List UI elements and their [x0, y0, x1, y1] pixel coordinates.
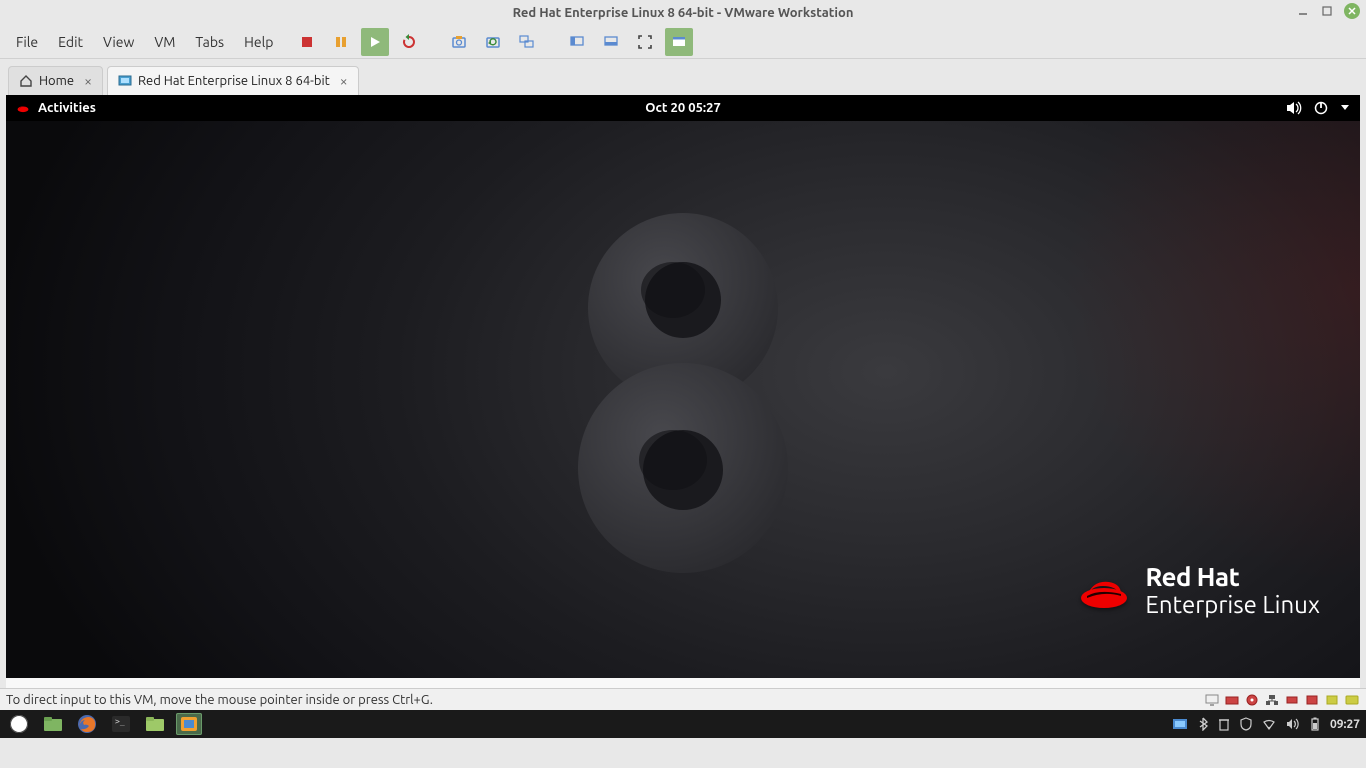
menubar: File Edit View VM Tabs Help: [0, 25, 1366, 59]
host-taskbar: >_ 09:27: [0, 710, 1366, 738]
redhat-logo-icon: [16, 103, 30, 113]
bluetooth-icon[interactable]: [1198, 717, 1208, 731]
redhat-hat-icon: [1079, 572, 1129, 610]
brand-line2: Enterprise Linux: [1145, 592, 1320, 618]
sound-icon[interactable]: [1304, 693, 1320, 707]
status-message: To direct input to this VM, move the mou…: [6, 693, 433, 707]
menu-help[interactable]: Help: [234, 30, 283, 54]
vm-icon: [118, 74, 132, 88]
battery-icon[interactable]: [1310, 717, 1320, 731]
revert-snapshot-icon[interactable]: [479, 28, 507, 56]
suspend-icon[interactable]: [327, 28, 355, 56]
cdrom-icon[interactable]: [1244, 693, 1260, 707]
guest-wallpaper: Red Hat Enterprise Linux: [6, 121, 1360, 678]
tab-vm[interactable]: Red Hat Enterprise Linux 8 64-bit ×: [107, 66, 359, 95]
trash-icon[interactable]: [1218, 717, 1230, 731]
power-off-icon[interactable]: [293, 28, 321, 56]
volume-tray-icon[interactable]: [1286, 718, 1300, 730]
restart-icon[interactable]: [395, 28, 423, 56]
printer-icon[interactable]: [1324, 693, 1340, 707]
window-title: Red Hat Enterprise Linux 8 64-bit - VMwa…: [513, 6, 854, 20]
vmware-workstation-icon[interactable]: [176, 713, 202, 735]
guest-system-tray: [1286, 101, 1350, 115]
power-icon[interactable]: [1314, 101, 1328, 115]
svg-text:>_: >_: [115, 717, 125, 726]
close-button[interactable]: [1344, 3, 1360, 19]
menu-file[interactable]: File: [6, 30, 48, 54]
vmware-statusbar: To direct input to this VM, move the mou…: [0, 688, 1366, 710]
thumbnail-icon[interactable]: [597, 28, 625, 56]
unity-icon[interactable]: [665, 28, 693, 56]
terminal-icon[interactable]: >_: [108, 713, 134, 735]
play-icon[interactable]: [361, 28, 389, 56]
minimize-button[interactable]: [1296, 4, 1310, 18]
brand-line1: Red Hat: [1145, 563, 1320, 592]
menu-view[interactable]: View: [93, 30, 144, 54]
activities-button[interactable]: Activities: [16, 101, 96, 115]
menu-edit[interactable]: Edit: [48, 30, 93, 54]
guest-bottom-strip: [6, 678, 1360, 688]
device-tray: [1204, 693, 1360, 707]
close-icon[interactable]: ×: [84, 73, 92, 89]
shield-icon[interactable]: [1240, 717, 1252, 731]
firefox-icon[interactable]: [74, 713, 100, 735]
host-window-titlebar: Red Hat Enterprise Linux 8 64-bit - VMwa…: [0, 0, 1366, 25]
vmware-tray-icon[interactable]: [1172, 717, 1188, 731]
snapshot-icon[interactable]: [445, 28, 473, 56]
guest-topbar: Activities Oct 20 05:27: [6, 95, 1360, 121]
wallpaper-eight-icon: [553, 198, 813, 578]
network-icon[interactable]: [1264, 693, 1280, 707]
tab-home-label: Home: [39, 74, 74, 88]
message-icon[interactable]: [1344, 693, 1360, 707]
fullscreen-icon[interactable]: [631, 28, 659, 56]
snapshot-manager-icon[interactable]: [513, 28, 541, 56]
tab-home[interactable]: Home ×: [8, 66, 103, 95]
menu-tabs[interactable]: Tabs: [185, 30, 234, 54]
file-manager-icon[interactable]: [40, 713, 66, 735]
usb-icon[interactable]: [1284, 693, 1300, 707]
host-clock[interactable]: 09:27: [1330, 718, 1360, 731]
close-icon[interactable]: ×: [340, 73, 348, 89]
harddisk-icon[interactable]: [1224, 693, 1240, 707]
start-menu-icon[interactable]: [6, 713, 32, 735]
maximize-button[interactable]: [1320, 4, 1334, 18]
network-tray-icon[interactable]: [1262, 718, 1276, 730]
guest-clock[interactable]: Oct 20 05:27: [645, 101, 721, 115]
tabbar: Home × Red Hat Enterprise Linux 8 64-bit…: [0, 59, 1366, 95]
tab-vm-label: Red Hat Enterprise Linux 8 64-bit: [138, 74, 330, 88]
chevron-down-icon[interactable]: [1340, 104, 1350, 112]
volume-icon[interactable]: [1286, 101, 1302, 115]
monitor-icon[interactable]: [1204, 693, 1220, 707]
menu-vm[interactable]: VM: [144, 30, 185, 54]
activities-label: Activities: [38, 101, 96, 115]
toolbar: [293, 28, 693, 56]
files-icon[interactable]: [142, 713, 168, 735]
show-console-icon[interactable]: [563, 28, 591, 56]
vm-display[interactable]: Activities Oct 20 05:27: [6, 95, 1360, 688]
home-icon: [19, 74, 33, 88]
redhat-brand: Red Hat Enterprise Linux: [1079, 563, 1320, 618]
